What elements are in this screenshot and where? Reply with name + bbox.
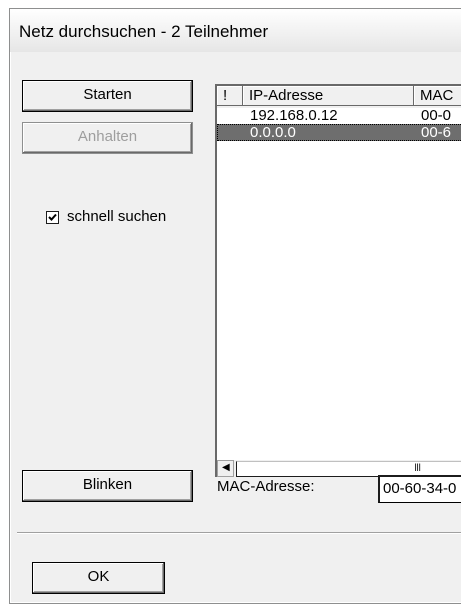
- column-header-ip[interactable]: IP-Adresse: [243, 86, 414, 106]
- dialog-window: Netz durchsuchen - 2 Teilnehmer Starten …: [9, 8, 461, 604]
- window-title: Netz durchsuchen - 2 Teilnehmer: [19, 22, 269, 41]
- row-ip: 192.168.0.12: [250, 107, 338, 124]
- row-mac: 00-0: [421, 107, 452, 124]
- scrollbar-grip: III: [414, 462, 421, 474]
- arrow-left-icon[interactable]: ◀: [217, 460, 234, 477]
- start-button[interactable]: Starten: [22, 80, 193, 112]
- dialog-client-area: Starten Anhalten schnell suchen ! IP-Adr…: [17, 52, 461, 595]
- list-row-selected[interactable]: 0.0.0.0 00-6: [217, 124, 461, 141]
- mac-address-field[interactable]: 00-60-34-0: [378, 475, 461, 503]
- column-header-flag[interactable]: !: [217, 86, 243, 106]
- ok-button[interactable]: OK: [32, 562, 165, 594]
- list-row[interactable]: 192.168.0.12 00-0: [217, 107, 461, 124]
- checkmark-icon[interactable]: [46, 211, 59, 224]
- column-header-mac[interactable]: MAC: [414, 86, 461, 106]
- row-ip: 0.0.0.0: [250, 124, 296, 141]
- list-header: ! IP-Adresse MAC: [217, 86, 461, 108]
- stop-button: Anhalten: [22, 122, 193, 154]
- title-bar[interactable]: Netz durchsuchen - 2 Teilnehmer: [10, 9, 461, 52]
- fast-search-label: schnell suchen: [67, 208, 167, 225]
- mac-address-label: MAC-Adresse:: [217, 478, 315, 495]
- divider: [17, 532, 461, 534]
- blink-button[interactable]: Blinken: [22, 470, 193, 502]
- row-mac: 00-6: [421, 124, 452, 141]
- device-list[interactable]: ! IP-Adresse MAC 192.168.0.12 00-0 0.0.0…: [215, 84, 461, 477]
